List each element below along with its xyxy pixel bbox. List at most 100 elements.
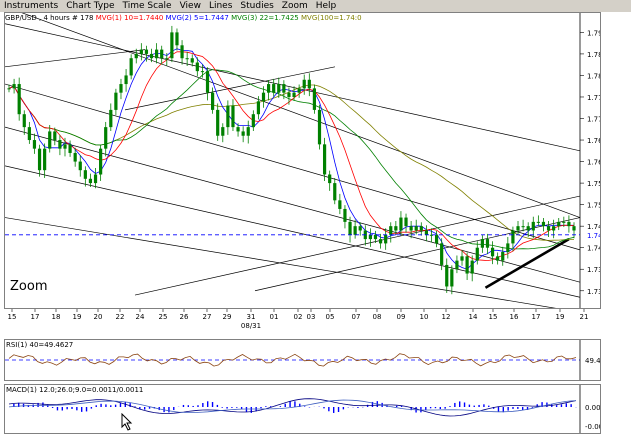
price-bar-body <box>552 226 556 231</box>
menu-studies[interactable]: Studies <box>236 0 277 12</box>
menu-time-scale[interactable]: Time Scale <box>118 0 175 12</box>
price-bar-body <box>12 84 16 89</box>
price-bar-body <box>440 243 444 265</box>
price-bar-body <box>292 92 296 97</box>
price-bar-body <box>144 49 149 54</box>
price-bar-body <box>302 79 306 89</box>
menu-lines[interactable]: Lines <box>205 0 236 12</box>
price-bar-body <box>241 131 245 136</box>
price-bar-body <box>277 84 281 93</box>
y-tick-label: 1.7600 <box>587 159 600 167</box>
legend-mvg2: MVG(2) 5=1.7447 <box>165 14 229 22</box>
x-tick-label: 14 <box>469 313 478 321</box>
price-bar-body <box>282 84 286 93</box>
price-bar-body <box>521 226 525 228</box>
mvg22-line <box>8 69 575 250</box>
mouse-pointer-icon <box>121 413 133 431</box>
price-bar-body <box>465 256 469 274</box>
price-bar-body <box>541 221 546 227</box>
price-bar-body <box>221 127 225 136</box>
y-tick-label: 1.7650 <box>587 137 600 145</box>
price-bar-body <box>32 140 37 149</box>
price-bar-body <box>17 84 21 115</box>
menu-chart-type[interactable]: Chart Type <box>62 0 118 12</box>
price-bar-body <box>496 256 500 261</box>
price-bar-body <box>450 269 454 287</box>
trend-line <box>4 49 146 68</box>
price-bar-body <box>37 148 42 171</box>
price-bar-body <box>562 221 566 223</box>
x-tick-label: 03 <box>307 313 316 321</box>
trend-line <box>4 23 581 152</box>
menu-zoom[interactable]: Zoom <box>278 0 312 12</box>
x-tick-label: 19 <box>556 313 565 321</box>
rsi-chart[interactable]: 49.4627 <box>5 340 614 380</box>
price-bar-body <box>109 109 113 128</box>
price-bar-body <box>139 49 143 54</box>
x-tick-label: 18 <box>52 313 61 321</box>
price-bar-body <box>317 109 322 145</box>
rsi-panel[interactable]: 49.4627 RSI(1) 40=49.4627 <box>4 339 614 381</box>
price-bar-body <box>506 243 510 253</box>
date-axis: 15 17 18 19 20 22 24 25 26 27 29 31 01 02 03 05 07 08 09 10… <box>4 309 601 330</box>
price-bar-body <box>531 221 535 231</box>
price-bar-body <box>88 178 93 184</box>
price-bar-body <box>48 131 52 149</box>
price-bar-body <box>272 84 276 93</box>
price-bar-body <box>485 239 490 248</box>
price-bar-body <box>160 49 164 59</box>
menu-view[interactable]: View <box>176 0 205 12</box>
legend-instrument: GBP/USD , 4 hours # 178 <box>5 14 94 22</box>
menu-help[interactable]: Help <box>312 0 341 12</box>
price-bar-body <box>78 161 82 171</box>
price-bar-body <box>175 32 179 46</box>
price-bar-body <box>312 88 317 110</box>
price-chart[interactable]: 1.7300 1.7350 1.7400 1.7450 1.7500 1.7550 1.76… <box>4 6 612 313</box>
menu-instruments[interactable]: Instruments <box>0 0 62 12</box>
y-tick-label: 1.7800 <box>587 72 600 80</box>
mvg5-line <box>8 48 574 270</box>
y-tick-label: 1.7900 <box>587 29 600 37</box>
price-bar-body <box>83 170 87 179</box>
price-bar-body <box>211 92 215 110</box>
price-bar-body <box>256 101 261 115</box>
price-bar-body <box>7 88 11 90</box>
zoom-label[interactable]: Zoom <box>10 279 47 294</box>
price-bar-body <box>322 144 327 175</box>
y-tick-label: 1.7400 <box>587 245 600 253</box>
trend-line <box>4 6 581 218</box>
price-bar-body <box>129 58 133 76</box>
price-bar-body <box>149 53 154 59</box>
x-tick-label: 05 <box>326 313 335 321</box>
price-bar-body <box>348 221 352 235</box>
price-bar-body <box>231 105 235 128</box>
x-tick-label: 27 <box>203 313 212 321</box>
legend-mvg3: MVG(3) 22=1.7425 <box>231 14 299 22</box>
x-tick-label: 19 <box>73 313 82 321</box>
y-tick-label: 1.7850 <box>587 51 600 59</box>
price-bar-body <box>475 247 479 261</box>
price-bar-body <box>200 71 205 73</box>
price-bar-body <box>99 148 103 175</box>
x-sub-label: 08/31 <box>241 322 261 329</box>
x-tick-label: 25 <box>159 313 168 321</box>
date-axis-svg: 15 17 18 19 20 22 24 25 26 27 29 31 01 02 03 05 07 08 09 10… <box>8 309 588 330</box>
x-tick-label: 16 <box>510 313 519 321</box>
x-tick-label: 12 <box>442 313 451 321</box>
macd-panel[interactable]: 0.0011 -0.0050 MACD(1) 12.0;26.0;9.0=0.00… <box>4 384 612 434</box>
y-tick-label: 1.7700 <box>587 116 600 124</box>
price-chart-panel[interactable]: 1.7300 1.7350 1.7400 1.7450 1.7500 1.7550 1.76… <box>4 6 612 313</box>
x-tick-label: 17 <box>532 313 541 321</box>
price-bar-body <box>297 88 301 93</box>
price-bar-body <box>63 144 67 149</box>
price-bar-body <box>114 92 118 110</box>
price-bar-body <box>445 264 449 287</box>
price-bar-body <box>490 247 495 257</box>
price-bar-body <box>236 127 240 132</box>
price-bar-body <box>216 109 220 136</box>
mvg10-line <box>8 51 575 262</box>
x-tick-label: 02 <box>294 313 303 321</box>
price-bar-body <box>567 221 571 227</box>
price-bar-body <box>190 58 194 63</box>
price-bar-body <box>261 92 266 102</box>
